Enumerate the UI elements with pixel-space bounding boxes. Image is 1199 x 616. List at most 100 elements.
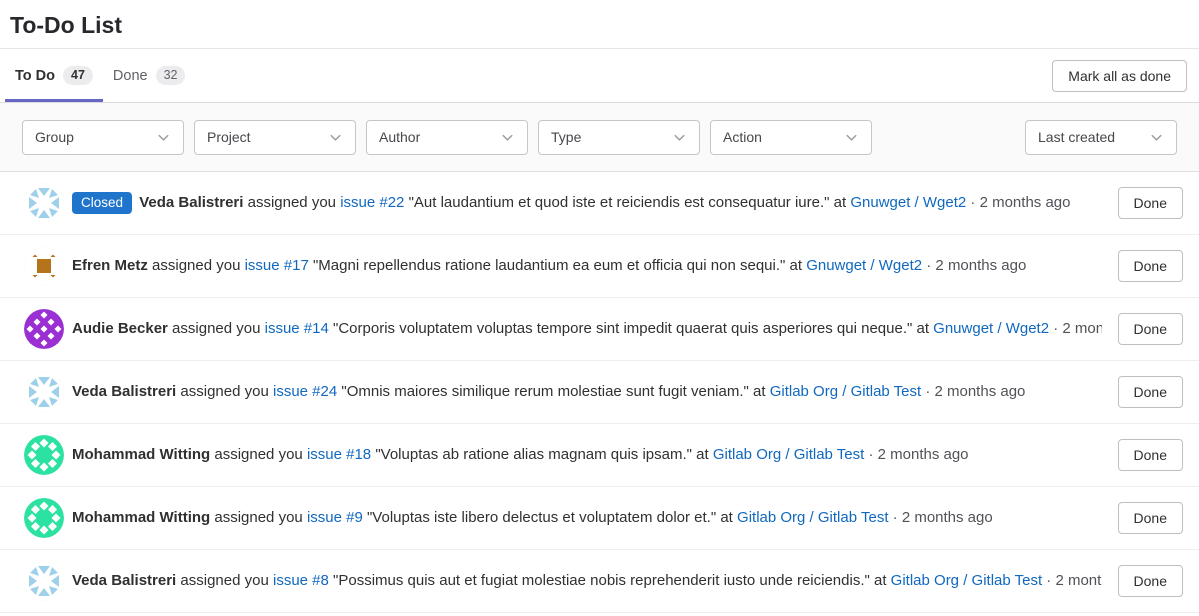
todo-author: Efren Metz bbox=[72, 257, 148, 274]
todo-timestamp: · 2 months ago bbox=[893, 509, 993, 526]
todo-item: Efren Metz assigned you issue #17 "Magni… bbox=[0, 235, 1199, 298]
todo-body: "Voluptas iste libero delectus et volupt… bbox=[367, 509, 716, 526]
todo-body: "Omnis maiores similique rerum molestiae… bbox=[341, 383, 748, 400]
at-word: at bbox=[720, 509, 733, 526]
todo-timestamp: · 2 months ago bbox=[1053, 320, 1101, 337]
avatar bbox=[24, 309, 64, 349]
todo-item: Mohammad Witting assigned you issue #9 "… bbox=[0, 487, 1199, 550]
todo-action-text: assigned you bbox=[180, 383, 268, 400]
todo-action-text: assigned you bbox=[214, 509, 302, 526]
todo-timestamp: · 2 months ago bbox=[970, 194, 1070, 211]
done-button[interactable]: Done bbox=[1118, 439, 1183, 471]
todo-text: Veda Balistreri assigned you issue #24 "… bbox=[72, 381, 1102, 403]
todo-author: Mohammad Witting bbox=[72, 446, 210, 463]
group-filter-dropdown[interactable]: Group bbox=[22, 120, 184, 155]
todo-text: Efren Metz assigned you issue #17 "Magni… bbox=[72, 255, 1102, 277]
avatar bbox=[24, 183, 64, 223]
avatar bbox=[24, 498, 64, 538]
project-link[interactable]: Gitlab Org / Gitlab Test bbox=[891, 572, 1042, 589]
done-button[interactable]: Done bbox=[1118, 250, 1183, 282]
issue-link[interactable]: issue #24 bbox=[273, 383, 337, 400]
todo-timestamp: · 2 months ago bbox=[868, 446, 968, 463]
todo-action-text: assigned you bbox=[180, 572, 268, 589]
project-link[interactable]: Gnuwget / Wget2 bbox=[806, 257, 922, 274]
action-filter-dropdown[interactable]: Action bbox=[710, 120, 872, 155]
done-button[interactable]: Done bbox=[1118, 313, 1183, 345]
todo-text: Mohammad Witting assigned you issue #9 "… bbox=[72, 507, 1102, 529]
project-filter-label: Project bbox=[207, 129, 251, 145]
at-word: at bbox=[874, 572, 887, 589]
issue-link[interactable]: issue #14 bbox=[265, 320, 329, 337]
at-word: at bbox=[696, 446, 709, 463]
at-word: at bbox=[916, 320, 929, 337]
issue-link[interactable]: issue #22 bbox=[340, 194, 404, 211]
tab-done[interactable]: Done 32 bbox=[103, 49, 196, 102]
todo-list: Closed Veda Balistreri assigned you issu… bbox=[0, 172, 1199, 613]
todo-text: Audie Becker assigned you issue #14 "Cor… bbox=[72, 318, 1102, 340]
tab-todo[interactable]: To Do 47 bbox=[5, 49, 103, 102]
avatar bbox=[24, 435, 64, 475]
chevron-down-icon bbox=[156, 130, 171, 145]
at-word: at bbox=[790, 257, 803, 274]
group-filter-label: Group bbox=[35, 129, 74, 145]
chevron-down-icon bbox=[1149, 130, 1164, 145]
project-link[interactable]: Gitlab Org / Gitlab Test bbox=[713, 446, 864, 463]
todo-item: Closed Veda Balistreri assigned you issu… bbox=[0, 172, 1199, 235]
todo-text: Veda Balistreri assigned you issue #8 "P… bbox=[72, 570, 1102, 592]
mark-all-as-done-button[interactable]: Mark all as done bbox=[1052, 60, 1187, 92]
status-badge: Closed bbox=[72, 192, 132, 214]
filter-bar: Group Project Author Type Action Last cr… bbox=[0, 103, 1199, 172]
done-button[interactable]: Done bbox=[1118, 187, 1183, 219]
project-link[interactable]: Gnuwget / Wget2 bbox=[850, 194, 966, 211]
issue-link[interactable]: issue #17 bbox=[245, 257, 309, 274]
page-header: To-Do List bbox=[0, 0, 1199, 49]
todo-count-badge: 47 bbox=[63, 66, 93, 85]
todo-body: "Voluptas ab ratione alias magnam quis i… bbox=[375, 446, 692, 463]
author-filter-label: Author bbox=[379, 129, 420, 145]
todo-action-text: assigned you bbox=[214, 446, 302, 463]
avatar bbox=[24, 561, 64, 601]
chevron-down-icon bbox=[672, 130, 687, 145]
project-link[interactable]: Gitlab Org / Gitlab Test bbox=[737, 509, 888, 526]
todo-text: Closed Veda Balistreri assigned you issu… bbox=[72, 192, 1102, 214]
chevron-down-icon bbox=[500, 130, 515, 145]
sort-dropdown[interactable]: Last created bbox=[1025, 120, 1177, 155]
project-filter-dropdown[interactable]: Project bbox=[194, 120, 356, 155]
todo-text: Mohammad Witting assigned you issue #18 … bbox=[72, 444, 1102, 466]
todo-author: Veda Balistreri bbox=[139, 194, 243, 211]
issue-link[interactable]: issue #8 bbox=[273, 572, 329, 589]
todo-author: Audie Becker bbox=[72, 320, 168, 337]
done-count-badge: 32 bbox=[156, 66, 186, 85]
tab-todo-label: To Do bbox=[15, 68, 55, 84]
at-word: at bbox=[753, 383, 766, 400]
chevron-down-icon bbox=[328, 130, 343, 145]
project-link[interactable]: Gitlab Org / Gitlab Test bbox=[770, 383, 921, 400]
todo-action-text: assigned you bbox=[172, 320, 260, 337]
at-word: at bbox=[834, 194, 847, 211]
todo-author: Veda Balistreri bbox=[72, 572, 176, 589]
todo-action-text: assigned you bbox=[248, 194, 336, 211]
issue-link[interactable]: issue #9 bbox=[307, 509, 363, 526]
todo-body: "Aut laudantium et quod iste et reiciend… bbox=[409, 194, 830, 211]
project-link[interactable]: Gnuwget / Wget2 bbox=[933, 320, 1049, 337]
todo-timestamp: · 2 months ago bbox=[926, 257, 1026, 274]
done-button[interactable]: Done bbox=[1118, 376, 1183, 408]
todo-timestamp: · 2 months ago bbox=[1046, 572, 1101, 589]
todo-item: Veda Balistreri assigned you issue #8 "P… bbox=[0, 550, 1199, 613]
todo-body: "Possimus quis aut et fugiat molestiae n… bbox=[333, 572, 870, 589]
avatar bbox=[24, 372, 64, 412]
done-button[interactable]: Done bbox=[1118, 565, 1183, 597]
done-button[interactable]: Done bbox=[1118, 502, 1183, 534]
todo-body: "Corporis voluptatem voluptas tempore si… bbox=[333, 320, 912, 337]
issue-link[interactable]: issue #18 bbox=[307, 446, 371, 463]
chevron-down-icon bbox=[844, 130, 859, 145]
todo-item: Veda Balistreri assigned you issue #24 "… bbox=[0, 361, 1199, 424]
author-filter-dropdown[interactable]: Author bbox=[366, 120, 528, 155]
todo-author: Veda Balistreri bbox=[72, 383, 176, 400]
action-filter-label: Action bbox=[723, 129, 762, 145]
type-filter-dropdown[interactable]: Type bbox=[538, 120, 700, 155]
todo-item: Audie Becker assigned you issue #14 "Cor… bbox=[0, 298, 1199, 361]
tab-bar: To Do 47 Done 32 Mark all as done bbox=[0, 49, 1199, 103]
todo-item: Mohammad Witting assigned you issue #18 … bbox=[0, 424, 1199, 487]
todo-author: Mohammad Witting bbox=[72, 509, 210, 526]
